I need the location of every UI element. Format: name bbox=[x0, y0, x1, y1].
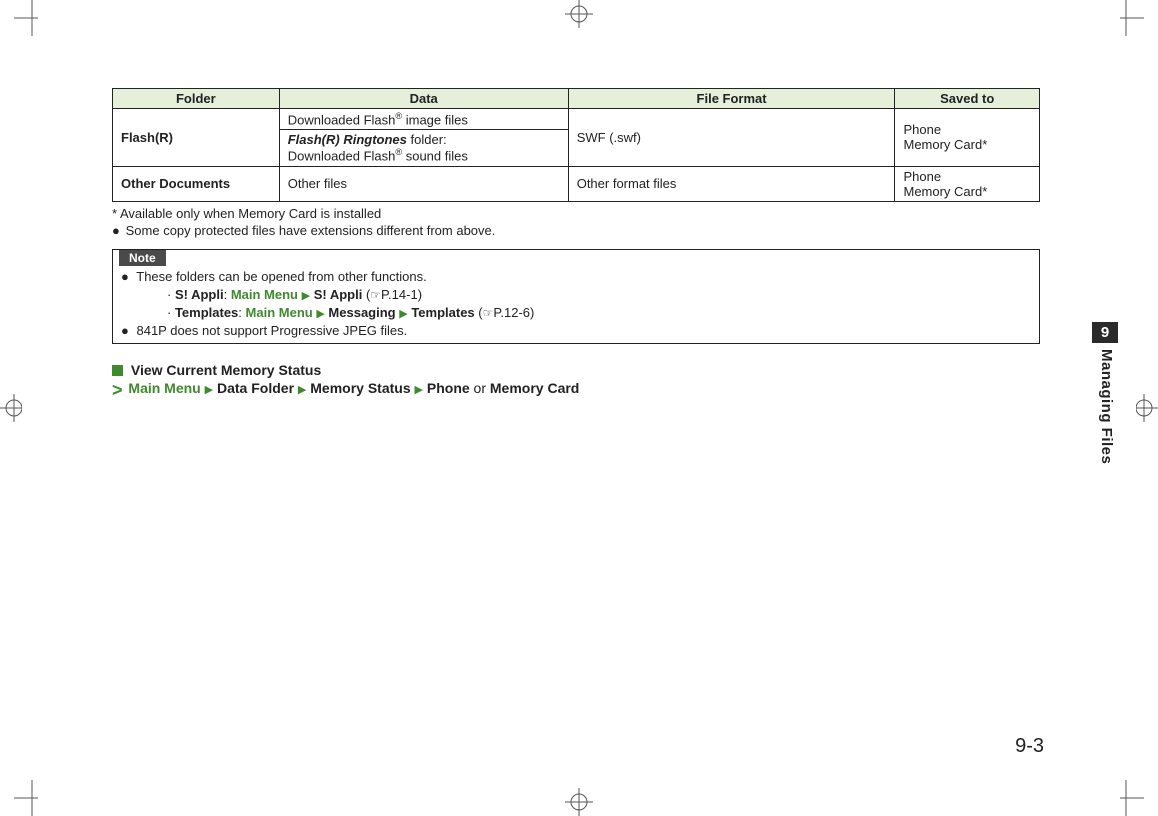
note-subline: · S! Appli: Main Menu ▶ S! Appli (☞P.14-… bbox=[121, 286, 1031, 304]
text: image files bbox=[402, 112, 468, 127]
note-box: Note ● These folders can be opened from … bbox=[112, 249, 1040, 344]
page-ref-icon: ☞ bbox=[483, 306, 494, 320]
text: Memory Status bbox=[310, 380, 410, 396]
triangle-right-icon: ▶ bbox=[298, 384, 306, 396]
text: 841P does not support Progressive JPEG f… bbox=[136, 323, 407, 338]
triangle-right-icon: ▶ bbox=[205, 384, 213, 396]
note-subline: · Templates: Main Menu ▶ Messaging ▶ Tem… bbox=[121, 304, 1031, 322]
text: Phone bbox=[427, 380, 470, 396]
text: Some copy protected files have extension… bbox=[126, 223, 496, 238]
cell-format: Other format files bbox=[568, 166, 895, 201]
note-label: Note bbox=[119, 250, 166, 266]
th-data: Data bbox=[279, 89, 568, 109]
menu-path: Main Menu bbox=[128, 380, 200, 396]
cell-data: Flash(R) Ringtones folder: Downloaded Fl… bbox=[279, 130, 568, 166]
triangle-right-icon: ▶ bbox=[399, 308, 407, 320]
text: These folders can be opened from other f… bbox=[136, 269, 427, 284]
registration-mark-icon bbox=[565, 0, 593, 28]
crop-mark-icon bbox=[1108, 776, 1144, 816]
crop-mark-icon bbox=[1108, 0, 1144, 40]
text: Phone bbox=[903, 169, 1031, 184]
cell-saved: Phone Memory Card* bbox=[895, 109, 1040, 167]
chapter-title: Managing Files bbox=[1098, 349, 1115, 464]
bullet-icon: ● bbox=[121, 323, 129, 338]
th-saved: Saved to bbox=[895, 89, 1040, 109]
bullet-icon: ● bbox=[112, 223, 122, 240]
text: S! Appli bbox=[175, 287, 224, 302]
text: Memory Card* bbox=[903, 184, 1031, 199]
text: Templates bbox=[175, 305, 238, 320]
section-heading: View Current Memory Status bbox=[112, 362, 1040, 378]
note-line: ● These folders can be opened from other… bbox=[121, 268, 1031, 286]
page-content: Folder Data File Format Saved to Flash(R… bbox=[112, 88, 1040, 396]
text: Data Folder bbox=[217, 380, 294, 396]
crop-mark-icon bbox=[14, 776, 50, 816]
triangle-right-icon: ▶ bbox=[302, 290, 310, 302]
crop-mark-icon bbox=[14, 0, 50, 40]
text: Downloaded Flash bbox=[288, 112, 396, 127]
cell-folder: Other Documents bbox=[113, 166, 280, 201]
th-format: File Format bbox=[568, 89, 895, 109]
cell-data: Other files bbox=[279, 166, 568, 201]
table-row: Flash(R) Downloaded Flash® image files S… bbox=[113, 109, 1040, 130]
page-ref-icon: ☞ bbox=[370, 288, 381, 302]
nav-path: > Main Menu ▶ Data Folder ▶ Memory Statu… bbox=[112, 380, 1040, 396]
page-number: 9-3 bbox=[1015, 735, 1044, 758]
footnote-bullet: ● Some copy protected files have extensi… bbox=[112, 223, 1040, 240]
text: Memory Card bbox=[490, 380, 579, 396]
triangle-right-icon: ▶ bbox=[316, 308, 324, 320]
cell-folder: Flash(R) bbox=[113, 109, 280, 167]
folder-table: Folder Data File Format Saved to Flash(R… bbox=[112, 88, 1040, 202]
text: folder: bbox=[407, 132, 447, 147]
middot-icon: · bbox=[167, 287, 175, 302]
text: Memory Card* bbox=[903, 137, 1031, 152]
text: Templates bbox=[411, 305, 474, 320]
cell-data: Downloaded Flash® image files bbox=[279, 109, 568, 130]
section-title: View Current Memory Status bbox=[131, 362, 321, 378]
registration-mark-icon bbox=[0, 394, 22, 422]
text: Phone bbox=[903, 122, 1031, 137]
text: Downloaded Flash bbox=[288, 149, 396, 164]
cell-format: SWF (.swf) bbox=[568, 109, 895, 167]
text: sound files bbox=[402, 149, 468, 164]
chapter-number: 9 bbox=[1092, 322, 1118, 343]
chapter-tab: 9 Managing Files bbox=[1078, 322, 1118, 464]
menu-path: Main Menu bbox=[231, 287, 298, 302]
registration-mark-icon bbox=[1136, 394, 1158, 422]
middot-icon: · bbox=[167, 305, 175, 320]
text: Messaging bbox=[328, 305, 395, 320]
footnotes: * Available only when Memory Card is ins… bbox=[112, 206, 1040, 240]
text: S! Appli bbox=[314, 287, 363, 302]
table-row: Other Documents Other files Other format… bbox=[113, 166, 1040, 201]
note-line: ● 841P does not support Progressive JPEG… bbox=[121, 322, 1031, 340]
page-ref: P.14-1 bbox=[381, 287, 418, 302]
registration-mark-icon bbox=[565, 788, 593, 816]
th-folder: Folder bbox=[113, 89, 280, 109]
bullet-icon: ● bbox=[121, 269, 129, 284]
triangle-right-icon: ▶ bbox=[415, 384, 423, 396]
cell-saved: Phone Memory Card* bbox=[895, 166, 1040, 201]
page-ref: P.12-6 bbox=[493, 305, 530, 320]
square-icon bbox=[112, 365, 123, 376]
menu-path: Main Menu bbox=[246, 305, 313, 320]
text: Flash(R) Ringtones bbox=[288, 132, 407, 147]
footnote-asterisk: * Available only when Memory Card is ins… bbox=[112, 206, 1040, 223]
text: or bbox=[470, 380, 490, 396]
